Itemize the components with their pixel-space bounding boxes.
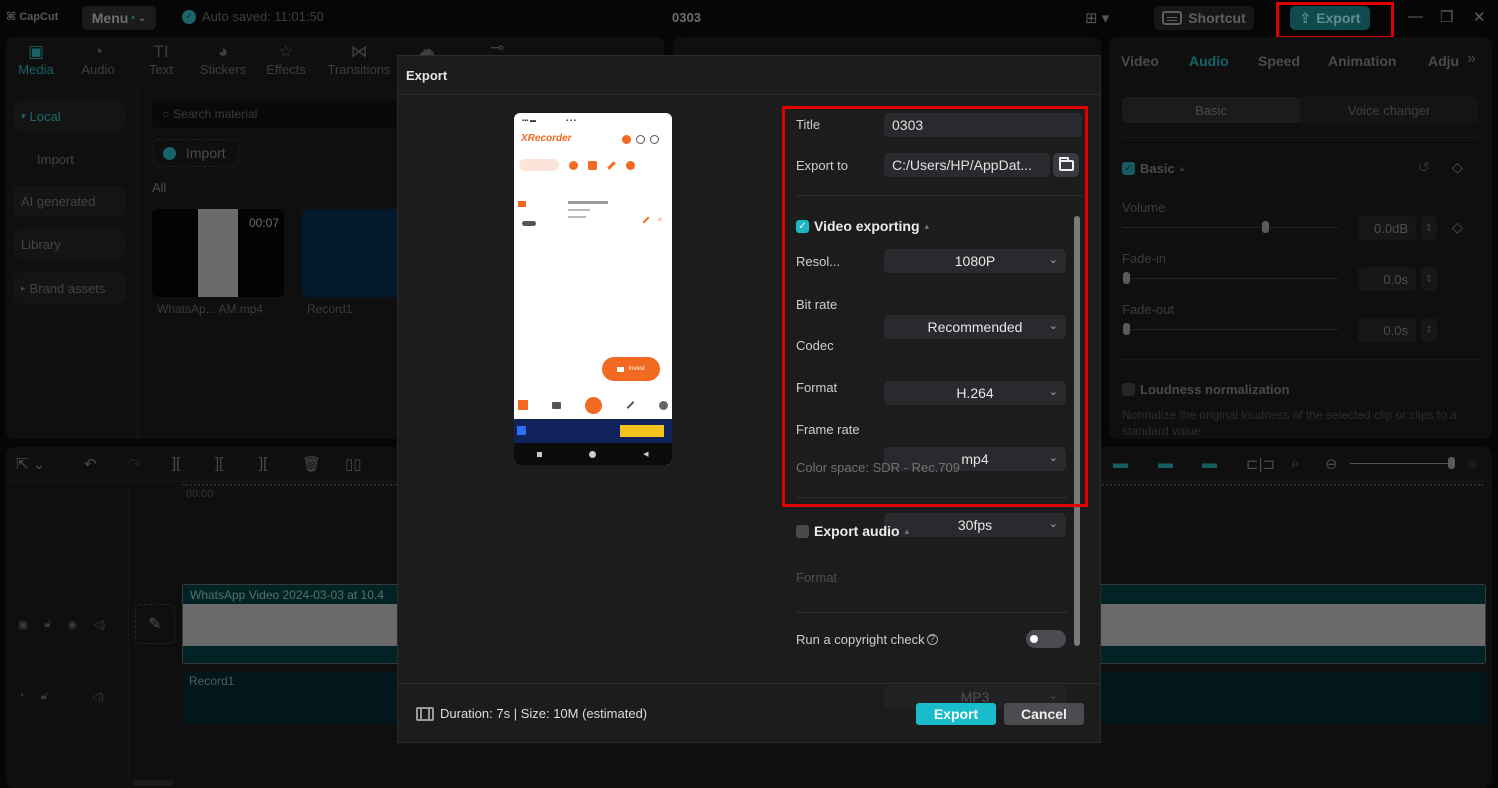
dialog-title-divider — [398, 94, 1100, 95]
audio-format-label: Format — [796, 570, 838, 585]
phone-app-name: XRecorder — [521, 133, 572, 144]
copyright-check-text: Run a copyright check — [796, 632, 925, 647]
toggle-knob — [1030, 635, 1038, 643]
phone-list-item: < — [518, 197, 668, 227]
export-preview: ▪▪▪ ▬ ▪ ▪ ▪ XRecorder < Invest ◀ — [514, 113, 672, 465]
copyright-check-label: Run a copyright check? — [796, 632, 938, 647]
help-icon[interactable]: ? — [926, 634, 938, 645]
export-audio-label: Export audio — [814, 523, 900, 539]
phone-header-icons — [622, 133, 667, 145]
highlight-export-settings — [782, 106, 1088, 507]
audio-export-checkbox[interactable] — [796, 524, 809, 538]
export-button[interactable]: Export — [916, 703, 996, 725]
chevron-down-icon: ⌄ — [1048, 518, 1058, 530]
phone-record-button: Invest — [602, 357, 660, 381]
copyright-check-toggle[interactable] — [1026, 630, 1066, 648]
phone-toolbar-row — [519, 158, 667, 172]
film-icon — [416, 706, 434, 721]
export-estimate: Duration: 7s | Size: 10M (estimated) — [416, 706, 647, 721]
dialog-title: Export — [406, 68, 448, 83]
phone-nav-bar: ◀ — [514, 443, 672, 465]
phone-bottom-nav — [518, 396, 668, 414]
phone-record-label: Invest — [628, 366, 645, 372]
export-audio-section[interactable]: Export audio ▴ — [796, 523, 909, 539]
framerate-select[interactable]: 30fps ⌄ — [884, 513, 1066, 537]
phone-status-bar: ▪▪▪ ▬ ▪ ▪ ▪ — [522, 118, 576, 124]
cancel-button[interactable]: Cancel — [1004, 703, 1084, 725]
divider — [796, 612, 1068, 613]
caret-up-icon: ▴ — [904, 525, 910, 536]
footer-divider — [398, 683, 1100, 684]
phone-ad-banner — [514, 419, 672, 443]
duration-size-text: Duration: 7s | Size: 10M (estimated) — [440, 706, 648, 721]
framerate-value: 30fps — [957, 517, 993, 533]
chevron-down-icon: ⌄ — [1048, 690, 1058, 702]
